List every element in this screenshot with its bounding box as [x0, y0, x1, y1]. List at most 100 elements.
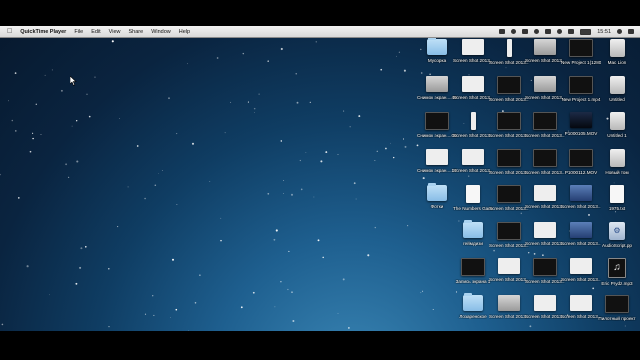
- file-thumbnail-icon: [533, 258, 557, 276]
- file-thumbnail-icon: [462, 148, 484, 165]
- bluetooth-icon[interactable]: [545, 29, 552, 34]
- desktop-icon-label: Screen Shot 2013....05.02: [525, 204, 565, 209]
- wifi-icon[interactable]: [557, 29, 563, 34]
- menu-edit[interactable]: Edit: [91, 29, 100, 35]
- apple-icon[interactable]: : [7, 28, 12, 35]
- drive-icon: [609, 112, 625, 130]
- menu-share[interactable]: Share: [129, 29, 144, 35]
- desktop-icon[interactable]: Screen Shot 2013....12.25: [489, 75, 529, 116]
- file-thumbnail-icon: [498, 258, 520, 274]
- desktop-icon[interactable]: Untitled 1: [597, 112, 637, 152]
- desktop-icon[interactable]: Screen Shot 2013....37.19: [489, 185, 529, 225]
- desktop-icon[interactable]: Screen Shot 2013....31.47: [525, 39, 565, 79]
- desktop-icon-label: Screen Shot 2013....09.33: [489, 242, 529, 248]
- desktop-icon[interactable]: геймдизи: [453, 219, 493, 262]
- desktop-icon[interactable]: Screen Shot 2013....32.03: [489, 294, 529, 335]
- desktop-icon-label: Screen Shot 2013....: [561, 313, 601, 319]
- time-machine-icon[interactable]: [534, 29, 540, 34]
- status-area: 15:51: [499, 26, 634, 37]
- notification-center-icon[interactable]: [628, 29, 634, 34]
- desktop-icon-label: Screen Shot 2013....41.09: [525, 94, 565, 100]
- menu-view[interactable]: View: [109, 29, 121, 35]
- menu-file[interactable]: File: [74, 29, 83, 35]
- file-thumbnail-icon: [461, 258, 485, 276]
- desktop-icon-label: Screen Shot 2013....25.14: [489, 133, 529, 138]
- desktop-icon[interactable]: Screen Shot 2013....: [561, 294, 601, 335]
- desktop-icon[interactable]: Screen Shot 2013....05.02: [525, 185, 565, 225]
- desktop-icon[interactable]: Снимок экран....17.35: [417, 148, 457, 189]
- desktop-icon-label: Снимок экран....00.24: [417, 133, 457, 138]
- desktop-icon[interactable]: ♫ Eric Prydz.mp3: [597, 258, 637, 298]
- desktop-icon[interactable]: Screen Shot 2013....19.45: [525, 258, 565, 298]
- desktop-icon[interactable]: Screen Shot 2013....04.03: [525, 221, 565, 262]
- desktop-icon-label: Untitled: [609, 96, 625, 102]
- desktop-icon[interactable]: Screen Shot 2013....09.03: [525, 112, 565, 152]
- desktop-icon-label: Screen Shot 2013....37.31: [453, 167, 493, 173]
- desktop-icon[interactable]: Лозаренское: [453, 292, 493, 335]
- desktop-icon[interactable]: Screen Shot 2013....41.53: [453, 112, 493, 152]
- desktop-icon[interactable]: Screen Shot 2013....12.04: [525, 294, 565, 335]
- menu-window[interactable]: Window: [151, 29, 171, 35]
- desktop-icon[interactable]: Screen Shot 2013....25.14: [489, 112, 529, 152]
- desktop-icon[interactable]: Untitled: [597, 75, 637, 116]
- file-thumbnail-icon: [570, 112, 592, 128]
- desktop-icon[interactable]: Screen Shot 2013....36.21: [489, 258, 529, 298]
- display-icon[interactable]: [522, 29, 529, 34]
- desktop-icon[interactable]: Screen Shot 2013....29.08: [561, 185, 601, 225]
- desktop-icon-label: Снимок экран....17.35: [417, 167, 457, 173]
- desktop-icon[interactable]: New Project 1.mp4: [561, 75, 601, 116]
- desktop-icon[interactable]: Запись экрана 1: [453, 258, 493, 298]
- desktop-icon[interactable]: Снимок экран....00.24: [417, 112, 457, 152]
- desktop-icon[interactable]: Снимок экран....49.16: [417, 75, 457, 116]
- volume-icon[interactable]: [568, 29, 575, 34]
- menu-clock[interactable]: 15:51: [597, 29, 611, 35]
- menu-bar:  QuickTime Player File Edit View Share …: [0, 26, 640, 38]
- desktop-icon[interactable]: Мусорка: [417, 37, 457, 79]
- desktop-icon[interactable]: Screen Shot 2013....09.23: [525, 148, 565, 189]
- desktop-icon[interactable]: The Numbers Game.logic: [453, 185, 493, 225]
- desktop-icon[interactable]: Screen Shot 2013....25.27: [489, 148, 529, 189]
- file-thumbnail-icon: [569, 75, 593, 94]
- desktop-icon[interactable]: P1000105.MOV: [561, 112, 601, 152]
- screen-record-icon[interactable]: [499, 29, 506, 34]
- desktop-icon[interactable]: Screen Shot 2013....09.33: [489, 221, 529, 262]
- desktop-icon[interactable]: Screen Shot 2013....28.22: [561, 221, 601, 262]
- file-thumbnail-icon: [497, 185, 521, 203]
- desktop-icon-label: Screen Shot 2013....41.53: [453, 133, 493, 138]
- desktop-icon-label: Screen Shot 2013....29.08: [561, 204, 601, 209]
- sync-icon[interactable]: [511, 29, 517, 34]
- desktop-icon[interactable]: New Project 1(1280....).mp4: [561, 39, 601, 79]
- desktop-icon[interactable]: Фотки: [417, 183, 457, 225]
- desktop-icon[interactable]: Mac Lion: [597, 39, 637, 79]
- file-thumbnail-icon: [534, 221, 556, 238]
- folder-icon: [427, 183, 447, 201]
- folder-icon: [463, 292, 483, 311]
- desktop-icon-label: Screen Shot 2013....04.03: [525, 240, 565, 246]
- file-thumbnail-icon: [497, 148, 521, 167]
- file-thumbnail-icon: [426, 148, 448, 165]
- desktop-icon[interactable]: Screen Shot 2013....12.19: [489, 39, 529, 79]
- battery-icon[interactable]: [580, 28, 592, 35]
- file-thumbnail-icon: [569, 39, 593, 57]
- desktop-icon[interactable]: ⚙ AudioScript.pp: [597, 221, 637, 262]
- desktop-icon[interactable]: Screen Shot 2013....41.09: [525, 75, 565, 116]
- menu-app-name[interactable]: QuickTime Player: [20, 29, 66, 35]
- desktop-icon-label: Screen Shot 2013....12.19: [489, 60, 529, 65]
- file-thumbnail-icon: [570, 185, 592, 201]
- desktop-icon-label: Screen Shot 2013....32.03: [489, 313, 529, 319]
- desktop-icon[interactable]: P1000112.MOV: [561, 148, 601, 189]
- menu-help[interactable]: Help: [179, 29, 190, 35]
- file-thumbnail-icon: [498, 294, 520, 311]
- desktop-icon[interactable]: Screen Shot 2013....12.37: [561, 258, 601, 298]
- desktop-icon[interactable]: 1975.txt: [597, 185, 637, 225]
- folder-icon: [463, 219, 483, 238]
- desktop-icon[interactable]: Screen Shot 2013....41.09: [453, 39, 493, 79]
- desktop-icon[interactable]: Screen Shot 2013....41.32: [453, 75, 493, 116]
- desktop-icon-label: Eric Prydz.mp3: [601, 281, 633, 286]
- desktop-icon[interactable]: Screen Shot 2013....37.31: [453, 148, 493, 189]
- file-thumbnail-icon: [570, 294, 592, 311]
- desktop-icon[interactable]: Пилотный проект: [597, 294, 637, 335]
- desktop-icon-label: Screen Shot 2013....37.19: [489, 206, 529, 211]
- desktop-icon[interactable]: Новый том: [597, 148, 637, 189]
- spotlight-icon[interactable]: [617, 29, 622, 34]
